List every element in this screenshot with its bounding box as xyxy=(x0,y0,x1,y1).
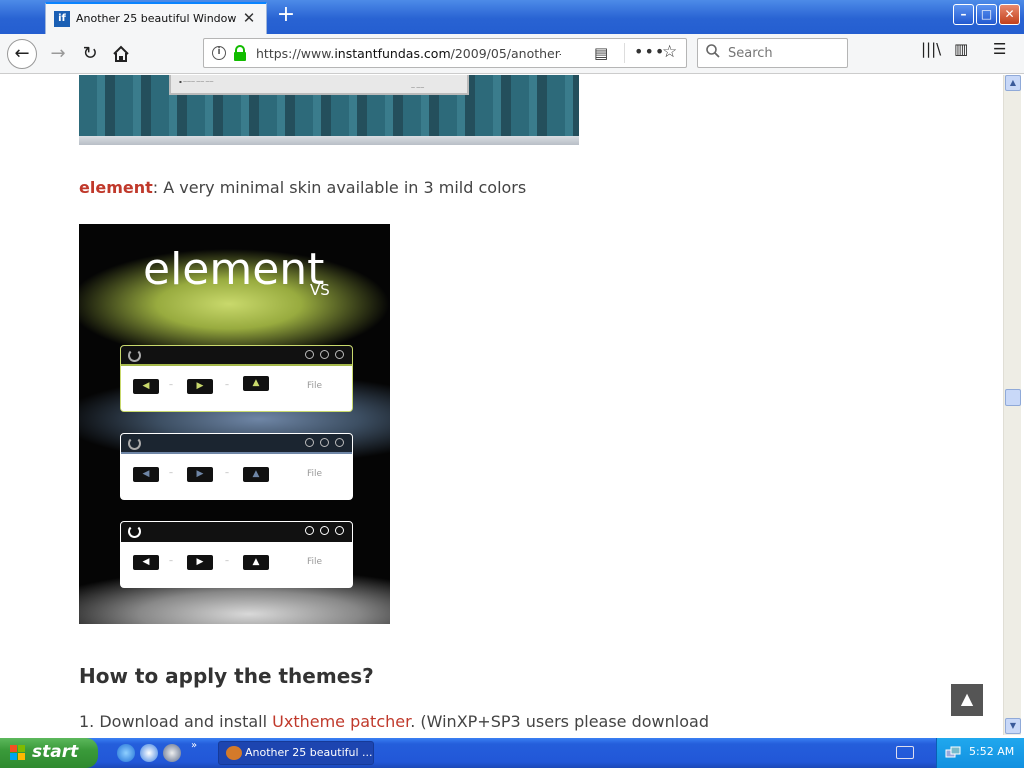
bookmark-star-icon[interactable]: ☆ xyxy=(662,42,677,62)
search-icon xyxy=(706,44,720,58)
url-host: instantfundas.com xyxy=(334,46,451,61)
start-button[interactable]: start xyxy=(0,738,98,768)
url-separator xyxy=(624,43,625,63)
theme-screenshot: ▪ ——— —— —— — —— xyxy=(79,75,579,145)
scroll-down-arrow-icon[interactable]: ▼ xyxy=(1005,718,1021,734)
library-icon[interactable]: |||\ xyxy=(921,40,941,58)
vertical-scrollbar[interactable]: ▲ ▼ xyxy=(1003,75,1021,735)
sidebar-icon[interactable]: ▥ xyxy=(954,40,968,58)
url-prefix: https://www. xyxy=(256,46,335,61)
page-content: ▪ ——— —— —— — —— element: A very minimal… xyxy=(0,75,1003,735)
element-desc-text: : A very minimal skin available in 3 mil… xyxy=(152,178,527,197)
tab-close-icon[interactable]: ✕ xyxy=(240,9,258,27)
reload-button[interactable]: ↻ xyxy=(75,39,105,69)
step-1-suffix: . (WinXP+SP3 users please download xyxy=(410,712,709,731)
file-label: File xyxy=(307,381,323,391)
skin-preview-silver: ◀ – ▶ – ▲ File xyxy=(120,521,353,588)
clock[interactable]: 5:52 AM xyxy=(969,745,1014,758)
keyboard-icon[interactable] xyxy=(896,746,914,759)
taskbar-window-button[interactable]: Another 25 beautiful ... xyxy=(218,741,374,765)
search-input[interactable] xyxy=(728,44,838,62)
screen: if Another 25 beautiful Windows XP ✕ + –… xyxy=(0,0,1024,768)
url-bar[interactable]: i https://www.instantfundas.com/2009/05/… xyxy=(203,38,687,68)
section-heading: How to apply the themes? xyxy=(79,664,374,688)
ie-quicklaunch-icon[interactable] xyxy=(117,744,135,762)
window-controls: – □ ✕ xyxy=(953,4,1020,25)
home-button[interactable] xyxy=(106,39,136,69)
title-bar: if Another 25 beautiful Windows XP ✕ + –… xyxy=(0,0,1024,34)
menu-icon[interactable]: ☰ xyxy=(993,40,1006,58)
network-icon[interactable] xyxy=(945,745,961,761)
back-button[interactable]: ← xyxy=(7,39,37,69)
skin-preview-blue: ◀ – ▶ – ▲ File xyxy=(120,433,353,500)
browser-quicklaunch-icon[interactable] xyxy=(140,744,158,762)
skin-preview-green: ◀ – ▶ – ▲ File xyxy=(120,345,353,412)
image-title: element xyxy=(143,244,325,295)
start-label: start xyxy=(32,742,79,762)
scroll-thumb[interactable] xyxy=(1005,389,1021,406)
forward-button[interactable]: → xyxy=(43,39,73,69)
step-1-text: 1. Download and install Uxtheme patcher.… xyxy=(79,712,709,731)
windows-taskbar: start » Another 25 beautiful ... 5:52 AM xyxy=(0,738,1024,768)
uxtheme-patcher-link[interactable]: Uxtheme patcher xyxy=(272,712,410,731)
image-subtitle: VS xyxy=(310,281,330,299)
system-tray: 5:52 AM xyxy=(936,738,1024,768)
file-label: File xyxy=(307,469,323,479)
reader-view-icon[interactable]: ▤ xyxy=(594,44,608,62)
close-window-button[interactable]: ✕ xyxy=(999,4,1020,25)
search-box[interactable] xyxy=(697,38,848,68)
element-theme-image: element VS ◀– ▶– ▲ File ◀– ▶– ▲ File xyxy=(79,224,390,624)
tab-title: Another 25 beautiful Windows XP xyxy=(76,12,236,25)
url-path: /2009/05/another-25 xyxy=(450,46,561,61)
nav-toolbar: ← → ↻ i https://www.instantfundas.com/20… xyxy=(0,34,1024,74)
new-tab-button[interactable]: + xyxy=(274,4,298,28)
lock-icon[interactable] xyxy=(233,45,247,61)
info-icon[interactable]: i xyxy=(212,46,226,60)
step-1-prefix: 1. Download and install xyxy=(79,712,273,731)
url-text[interactable]: https://www.instantfundas.com/2009/05/an… xyxy=(256,46,561,61)
maximize-button[interactable]: □ xyxy=(976,4,997,25)
screenshot-window: ▪ ——— —— —— — —— xyxy=(169,75,469,95)
windows-logo-icon xyxy=(10,745,25,760)
screenshot-taskbar xyxy=(79,136,579,145)
home-icon xyxy=(113,45,129,62)
back-to-top-button[interactable]: ▲ xyxy=(951,684,983,716)
site-favicon-icon: if xyxy=(54,11,70,27)
element-description: element: A very minimal skin available i… xyxy=(79,178,526,197)
element-link[interactable]: element xyxy=(79,178,153,197)
media-player-quicklaunch-icon[interactable] xyxy=(163,744,181,762)
taskbar-window-label: Another 25 beautiful ... xyxy=(245,746,373,759)
quicklaunch-more-icon[interactable]: » xyxy=(191,740,197,751)
firefox-icon xyxy=(226,746,242,760)
browser-tab[interactable]: if Another 25 beautiful Windows XP ✕ xyxy=(45,2,267,34)
page-actions-icon[interactable]: ••• xyxy=(634,42,665,61)
file-label: File xyxy=(307,557,323,567)
minimize-button[interactable]: – xyxy=(953,4,974,25)
scroll-up-arrow-icon[interactable]: ▲ xyxy=(1005,75,1021,91)
